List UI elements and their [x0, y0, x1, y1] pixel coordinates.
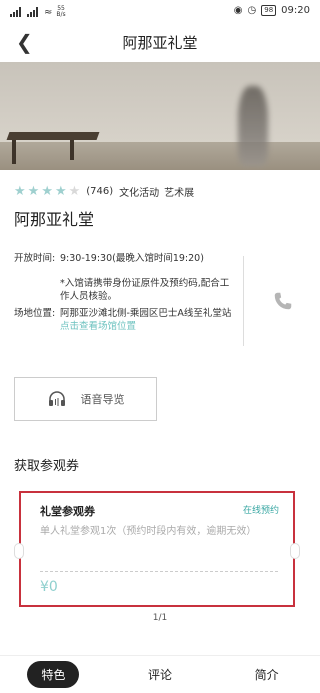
page-title: 阿那亚礼堂	[122, 34, 198, 52]
hero-image: 215	[0, 62, 320, 170]
hours-value: 9:30-19:30(最晚入馆时间19:20)	[60, 253, 204, 264]
audio-guide-button[interactable]: 语音导览	[14, 377, 157, 421]
ticket-name: 礼堂参观券	[40, 505, 95, 518]
ticket-notch	[14, 543, 24, 559]
star-icon: ★	[68, 183, 81, 199]
tag: 艺术展	[164, 188, 195, 199]
tab-intro[interactable]: 简介	[213, 666, 320, 683]
phone-icon[interactable]	[272, 290, 294, 312]
eye-icon: ◉	[233, 5, 243, 16]
location-label: 场地位置:	[14, 308, 56, 319]
star-icon: ★	[54, 183, 67, 199]
tab-bar: 特色 评论 简介	[0, 655, 320, 693]
review-count: (746)	[86, 186, 114, 197]
tag: 文化活动	[119, 188, 160, 199]
section-title: 获取参观券	[14, 459, 80, 474]
venue-name: 阿那亚礼堂	[14, 210, 95, 229]
hours-label: 开放时间:	[14, 253, 56, 264]
network-speed: 55 B/s	[56, 5, 66, 18]
star-icon: ★	[14, 183, 26, 199]
ticket-tag: 在线预约	[242, 506, 279, 516]
clock: 09:20	[281, 5, 310, 16]
alarm-icon: ◷	[247, 5, 257, 16]
battery-indicator: 98	[261, 5, 277, 16]
venue-info: 开放时间: 9:30-19:30(最晚入馆时间19:20) *入馆请携带身份证原件…	[14, 252, 234, 333]
audio-guide-label: 语音导览	[80, 393, 125, 406]
star-rating: ★ ★ ★ ★ ★	[14, 183, 81, 199]
status-bar: ≈ 55 B/s ◉ ◷ 98 09:20	[0, 0, 320, 26]
entry-note: *入馆请携带身份证原件及预约码,配合工作人员核验。	[60, 278, 230, 302]
tab-reviews[interactable]: 评论	[107, 666, 214, 683]
pager: 1/1	[152, 613, 168, 623]
ticket-notch	[290, 543, 300, 559]
tab-features[interactable]: 特色	[0, 661, 107, 688]
star-icon: ★	[41, 183, 53, 199]
map-link[interactable]: 点击查看场馆位置	[60, 320, 234, 333]
signal-icon	[10, 7, 23, 17]
ticket-card[interactable]: 礼堂参观券 在线预约 单人礼堂参观1次（预约时段内有效，逾期无效） ¥0	[14, 491, 300, 607]
wifi-icon: ≈	[44, 6, 53, 18]
ticket-price: ¥0	[40, 579, 58, 595]
star-icon: ★	[27, 183, 40, 199]
ticket-divider	[40, 571, 278, 572]
ticket-desc: 单人礼堂参观1次（预约时段内有效，逾期无效）	[40, 526, 257, 537]
location-value: 阿那亚沙滩北侧-乘园区巴士A线至礼堂站	[60, 308, 232, 319]
signal-icon	[27, 7, 40, 17]
nav-bar: ❮ 阿那亚礼堂	[0, 26, 320, 60]
rating-row: ★ ★ ★ ★ ★ (746) 文化活动 艺术展	[14, 183, 195, 200]
headphones-icon	[48, 391, 65, 406]
divider	[243, 256, 244, 346]
